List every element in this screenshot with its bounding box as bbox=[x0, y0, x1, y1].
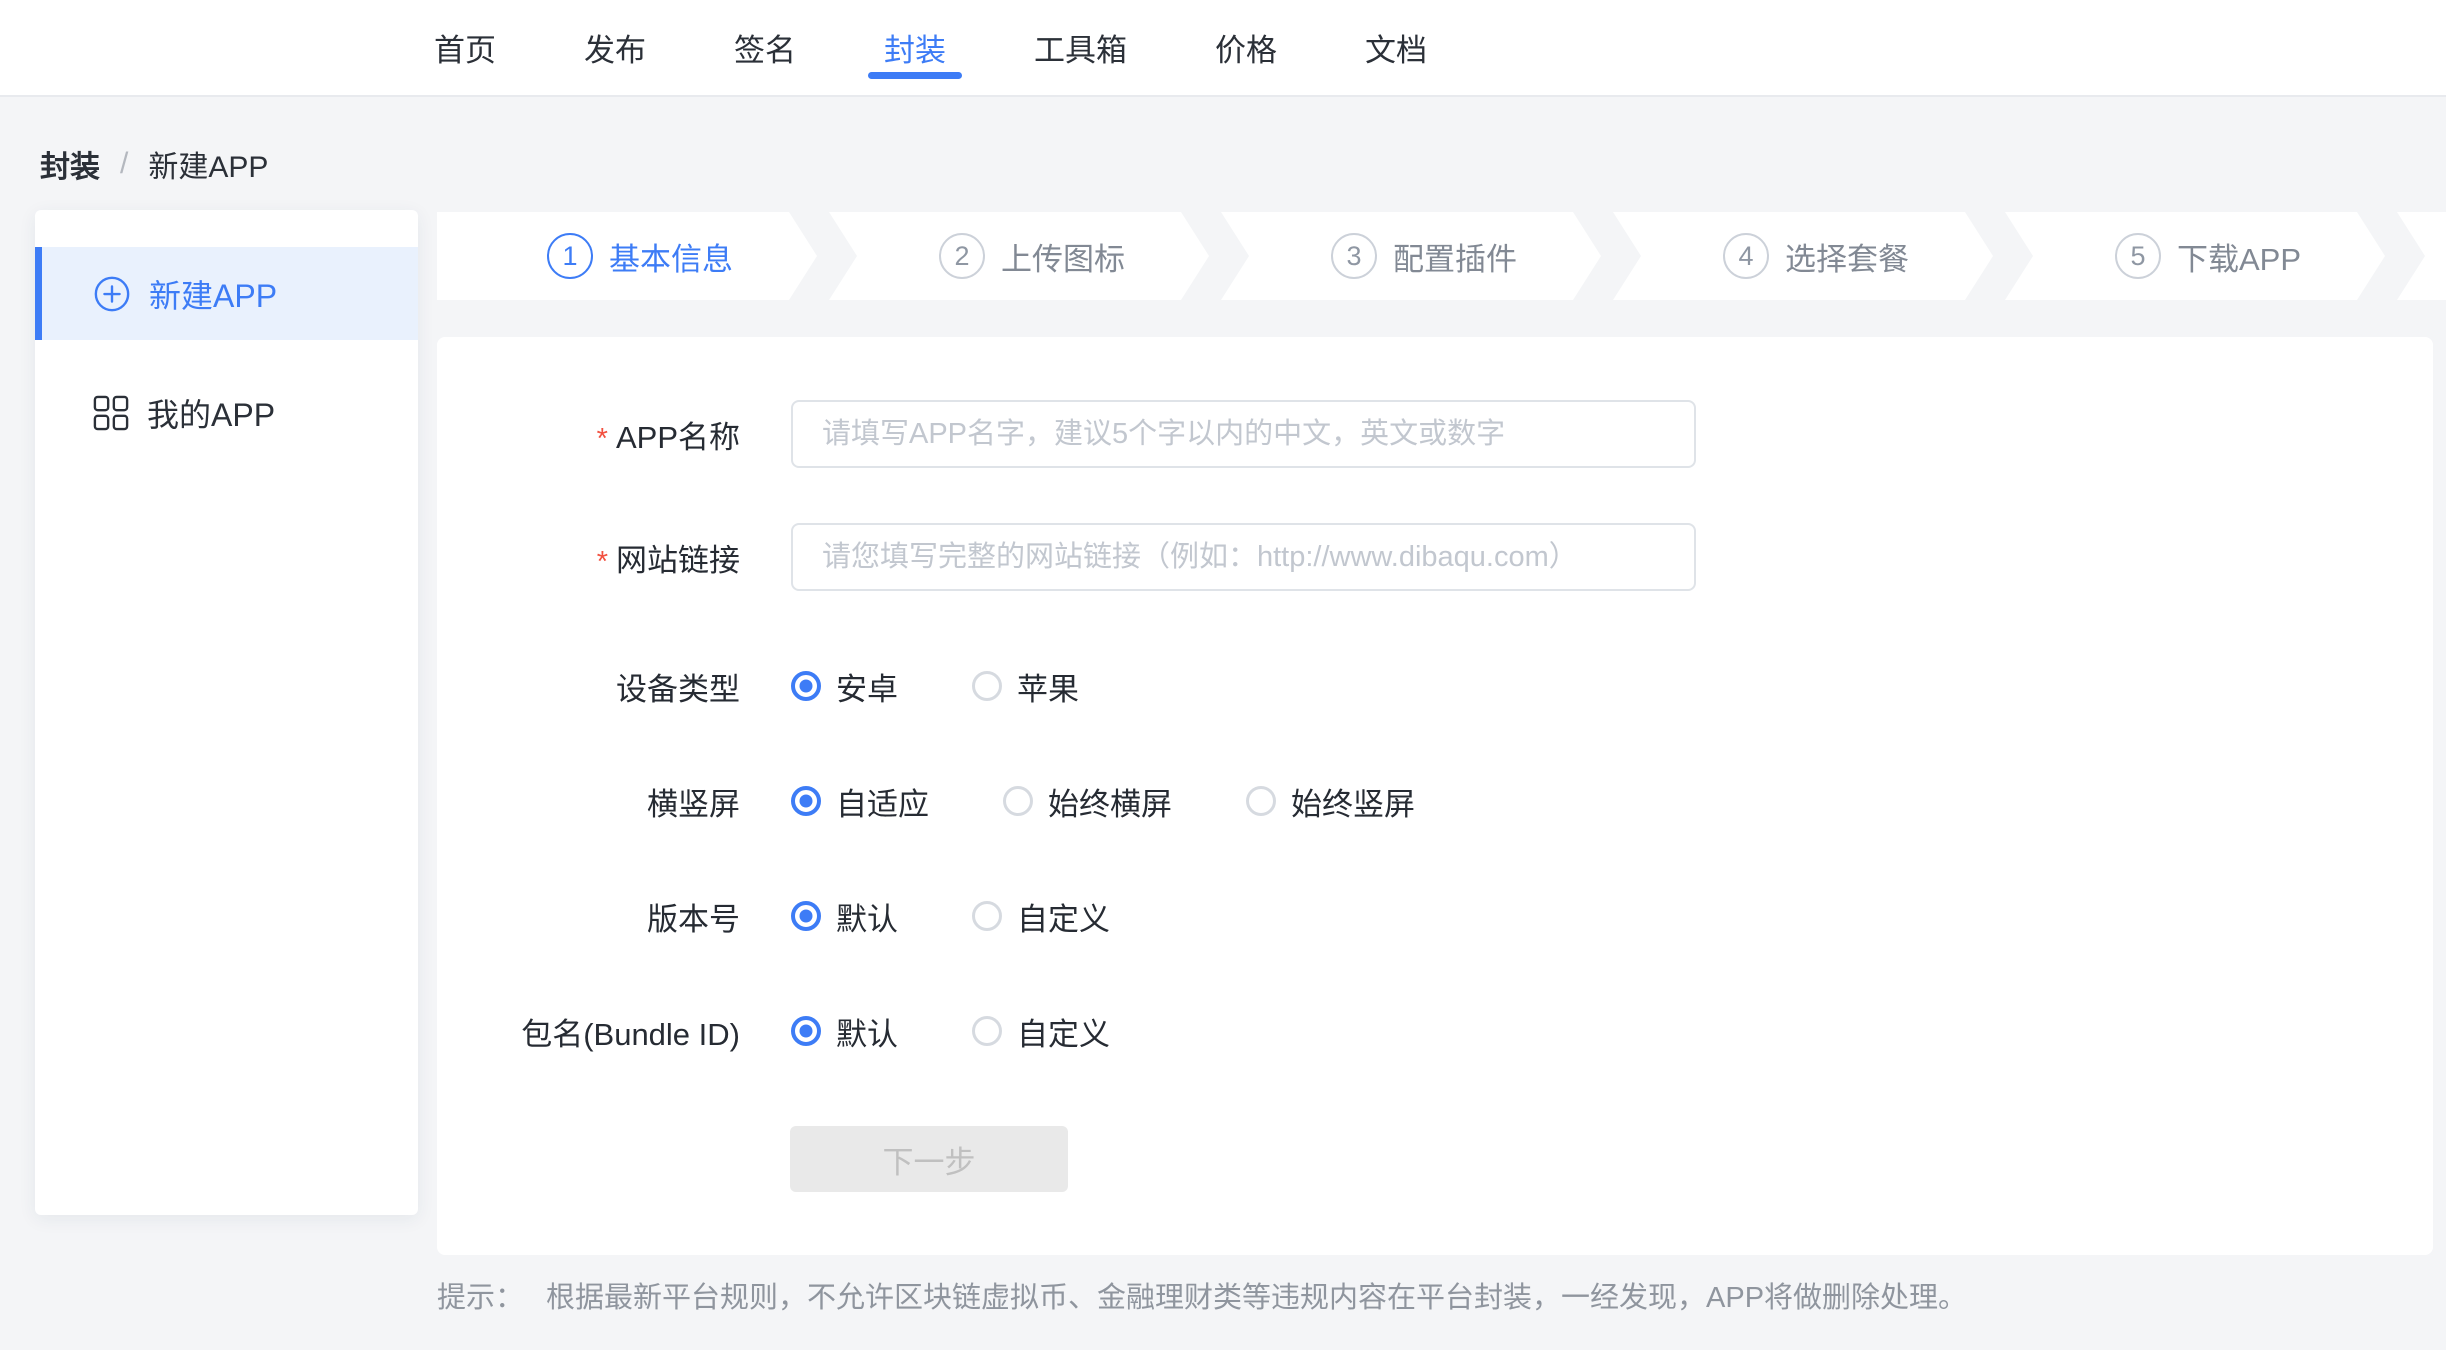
grid-icon bbox=[93, 395, 129, 431]
step-label: 配置插件 bbox=[1393, 234, 1517, 279]
step-number-badge: 2 bbox=[939, 233, 985, 279]
radio-icon bbox=[1246, 786, 1276, 816]
radio-icon bbox=[972, 901, 1002, 931]
step-3-configure-plugins: 3 配置插件 bbox=[1221, 212, 1601, 300]
radio-icon bbox=[791, 671, 821, 701]
website-url-label: *网站链接 bbox=[437, 535, 740, 580]
radio-icon bbox=[791, 901, 821, 931]
nav-tab-toolbox[interactable]: 工具箱 bbox=[1034, 0, 1127, 95]
step-number-badge: 5 bbox=[2115, 233, 2161, 279]
sidebar: 新建APP 我的APP bbox=[35, 210, 418, 1215]
sidebar-item-label: 新建APP bbox=[149, 271, 277, 317]
form-row-orientation: 横竖屏 自适应 始终横屏 始终竖屏 bbox=[437, 781, 2433, 821]
breadcrumb-current: 新建APP bbox=[148, 142, 268, 186]
radio-icon bbox=[791, 1016, 821, 1046]
step-wizard-end-cap bbox=[2397, 212, 2446, 300]
notice-prefix: 提示： bbox=[437, 1274, 524, 1316]
breadcrumb-section[interactable]: 封装 bbox=[40, 142, 100, 186]
form-row-bundle-id: 包名(Bundle ID) 默认 自定义 bbox=[437, 1011, 2433, 1051]
notice-body: 根据最新平台规则，不允许区块链虚拟币、金融理财类等违规内容在平台封装，一经发现，… bbox=[546, 1274, 1967, 1316]
nav-tab-publish[interactable]: 发布 bbox=[584, 0, 646, 95]
radio-icon bbox=[972, 671, 1002, 701]
device-type-label: 设备类型 bbox=[437, 664, 740, 709]
radio-bundle-default[interactable]: 默认 bbox=[791, 1009, 898, 1054]
step-2-upload-icon: 2 上传图标 bbox=[829, 212, 1209, 300]
sidebar-item-new-app[interactable]: 新建APP bbox=[35, 247, 418, 340]
top-navigation: 首页 发布 签名 封装 工具箱 价格 文档 bbox=[0, 0, 2446, 97]
app-name-label: *APP名称 bbox=[437, 412, 740, 457]
nav-tab-package[interactable]: 封装 bbox=[884, 0, 946, 95]
sidebar-item-label: 我的APP bbox=[147, 390, 275, 436]
step-wizard: 1 基本信息 2 上传图标 3 配置插件 4 选择套餐 5 下载APP bbox=[437, 212, 2446, 300]
form-row-website-url: *网站链接 bbox=[437, 523, 2433, 591]
step-label: 下载APP bbox=[2177, 234, 2301, 279]
radio-always-landscape[interactable]: 始终横屏 bbox=[1003, 779, 1172, 824]
basic-info-form: *APP名称 *网站链接 设备类型 安卓 苹果 横竖屏 bbox=[437, 337, 2433, 1255]
app-name-input[interactable] bbox=[791, 400, 1696, 468]
nav-tab-price[interactable]: 价格 bbox=[1215, 0, 1277, 95]
radio-always-portrait[interactable]: 始终竖屏 bbox=[1246, 779, 1415, 824]
required-asterisk: * bbox=[597, 423, 608, 455]
breadcrumb: 封装 / 新建APP bbox=[40, 142, 268, 186]
next-step-button[interactable]: 下一步 bbox=[790, 1126, 1068, 1192]
required-asterisk: * bbox=[597, 546, 608, 578]
step-number-badge: 1 bbox=[547, 233, 593, 279]
step-number-badge: 4 bbox=[1723, 233, 1769, 279]
form-row-version: 版本号 默认 自定义 bbox=[437, 896, 2433, 936]
orientation-label: 横竖屏 bbox=[437, 779, 740, 824]
nav-tab-home[interactable]: 首页 bbox=[434, 0, 496, 95]
radio-icon bbox=[972, 1016, 1002, 1046]
sidebar-item-my-apps[interactable]: 我的APP bbox=[35, 366, 418, 459]
step-1-basic-info: 1 基本信息 bbox=[437, 212, 817, 300]
version-label: 版本号 bbox=[437, 894, 740, 939]
radio-adaptive[interactable]: 自适应 bbox=[791, 779, 929, 824]
website-url-input[interactable] bbox=[791, 523, 1696, 591]
breadcrumb-separator: / bbox=[120, 147, 128, 181]
nav-tab-docs[interactable]: 文档 bbox=[1365, 0, 1427, 95]
bundle-id-label: 包名(Bundle ID) bbox=[437, 1009, 740, 1054]
radio-version-custom[interactable]: 自定义 bbox=[972, 894, 1110, 939]
radio-icon bbox=[1003, 786, 1033, 816]
radio-icon bbox=[791, 786, 821, 816]
step-label: 上传图标 bbox=[1001, 234, 1125, 279]
plus-circle-icon bbox=[93, 275, 131, 313]
step-label: 选择套餐 bbox=[1785, 234, 1909, 279]
form-row-device-type: 设备类型 安卓 苹果 bbox=[437, 666, 2433, 706]
radio-ios[interactable]: 苹果 bbox=[972, 664, 1079, 709]
step-5-download-app: 5 下载APP bbox=[2005, 212, 2385, 300]
radio-android[interactable]: 安卓 bbox=[791, 664, 898, 709]
form-row-app-name: *APP名称 bbox=[437, 400, 2433, 468]
nav-tab-sign[interactable]: 签名 bbox=[734, 0, 796, 95]
step-4-choose-plan: 4 选择套餐 bbox=[1613, 212, 1993, 300]
radio-bundle-custom[interactable]: 自定义 bbox=[972, 1009, 1110, 1054]
notice-text: 提示： 根据最新平台规则，不允许区块链虚拟币、金融理财类等违规内容在平台封装，一… bbox=[437, 1274, 1967, 1316]
step-label: 基本信息 bbox=[609, 234, 733, 279]
step-number-badge: 3 bbox=[1331, 233, 1377, 279]
radio-version-default[interactable]: 默认 bbox=[791, 894, 898, 939]
